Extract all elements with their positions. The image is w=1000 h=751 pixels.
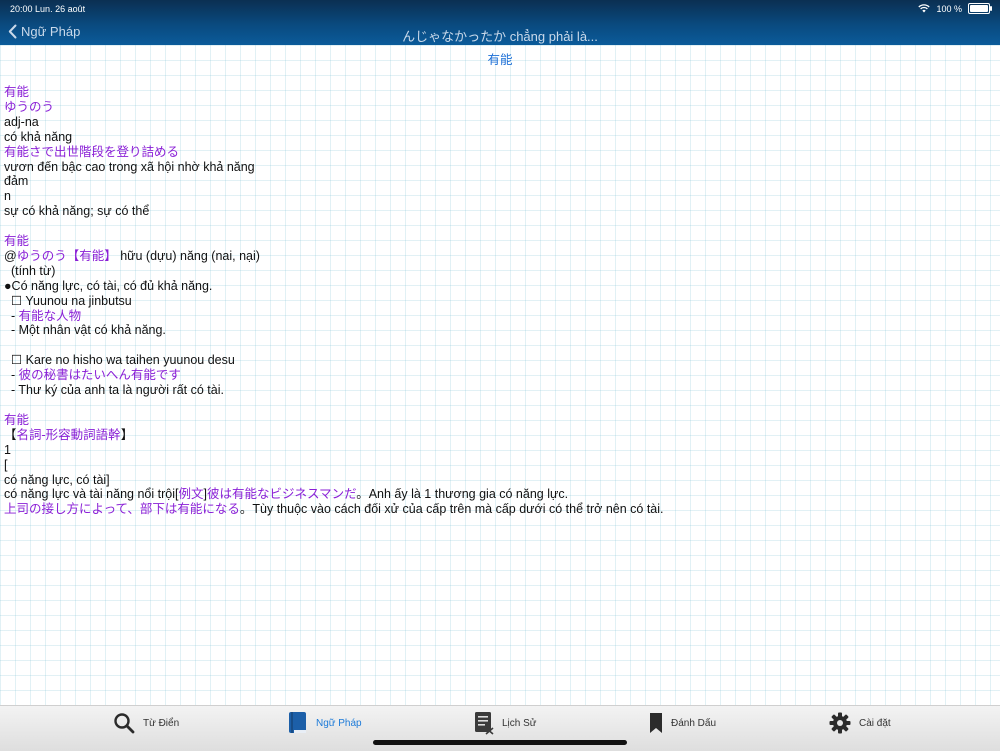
entry-line: @ゆうのう【有能】 hữu (dựu) năng (nai, nại) bbox=[4, 249, 994, 264]
entry-line: adj-na bbox=[4, 115, 994, 130]
line-text: (tính từ) bbox=[4, 263, 56, 278]
battery-icon bbox=[968, 3, 992, 14]
japanese-text: 有能な人物 bbox=[18, 308, 82, 323]
entry-line: (tính từ) bbox=[4, 264, 994, 279]
entry-line: sự có khả năng; sự có thể bbox=[4, 204, 994, 219]
line-text: có khả năng bbox=[4, 129, 73, 144]
tab-label: Lịch Sử bbox=[502, 717, 537, 729]
line-text: 】 bbox=[120, 427, 134, 442]
nav-bar: Ngữ Pháp んじゃなかったか chẳng phải là... bbox=[0, 24, 1000, 45]
entry-line: 【名詞-形容動詞語幹】 bbox=[4, 428, 994, 443]
tab-label: Đánh Dấu bbox=[671, 717, 717, 729]
line-text: - Một nhân vật có khả năng. bbox=[4, 323, 166, 338]
wifi-icon bbox=[918, 4, 931, 13]
japanese-text: ゆうのう【有能】 bbox=[16, 248, 117, 263]
line-text: 1 bbox=[4, 442, 11, 457]
battery-percent: 100 % bbox=[936, 3, 962, 14]
line-text: 【 bbox=[4, 427, 17, 442]
entry-line bbox=[4, 219, 994, 234]
line-text: - bbox=[4, 308, 19, 323]
status-clock: 20:00 bbox=[10, 4, 33, 14]
line-text: adj-na bbox=[4, 114, 39, 129]
entry-line: vươn đến bậc cao trong xã hội nhờ khả nă… bbox=[4, 160, 994, 175]
entry-line: 有能 bbox=[4, 413, 994, 428]
line-text: hữu (dựu) năng (nai, nại) bbox=[116, 248, 260, 263]
line-text: 。Anh ấy là 1 thương gia có năng lực. bbox=[356, 487, 569, 502]
history-icon bbox=[475, 712, 494, 735]
line-text: sự có khả năng; sự có thể bbox=[4, 204, 150, 219]
back-label: Ngữ Pháp bbox=[21, 24, 81, 39]
entry-content[interactable]: 有能 有能 ゆうのう adj-na có khả năng 有能さで出世階段を登り詰める… bbox=[0, 45, 1000, 705]
search-icon bbox=[114, 713, 135, 734]
line-text: - Thư ký của anh ta là người rất có tài. bbox=[4, 383, 224, 398]
status-date: Lun. 26 août bbox=[35, 4, 86, 14]
line-text: n bbox=[4, 189, 11, 204]
line-text: 。Tùy thuộc vào cách đối xử của cấp trên … bbox=[239, 502, 664, 517]
japanese-text: 有能 bbox=[4, 234, 30, 249]
bookmark-icon bbox=[650, 713, 662, 733]
line-text: ●Có năng lực, có tài, có đủ khả năng. bbox=[4, 278, 213, 293]
entry-line: - Một nhân vật có khả năng. bbox=[4, 323, 994, 338]
entry-line bbox=[4, 338, 994, 353]
tab-history[interactable]: Lịch Sử bbox=[474, 710, 537, 736]
entry-line: có năng lực và tài năng nổi trội[例文]彼は有能… bbox=[4, 487, 994, 502]
entry-line: 上司の接し方によって、部下は有能になる。Tùy thuộc vào cách đ… bbox=[4, 502, 994, 517]
tab-dictionary[interactable]: Từ Điển bbox=[113, 710, 179, 736]
entry-line: ☐ Yuunou na jinbutsu bbox=[4, 294, 994, 309]
japanese-text: 彼の秘書はたいへん有能です bbox=[18, 368, 181, 383]
entry-line: ●Có năng lực, có tài, có đủ khả năng. bbox=[4, 279, 994, 294]
entry-line: 有能 bbox=[4, 85, 994, 100]
japanese-text: 有能さで出世階段を登り詰める bbox=[4, 144, 180, 159]
entry-line: - 有能な人物 bbox=[4, 309, 994, 324]
japanese-text: 有能 bbox=[4, 412, 30, 427]
tab-label: Ngữ Pháp bbox=[316, 717, 362, 729]
tab-label: Cài đặt bbox=[859, 717, 891, 729]
line-text: @ bbox=[4, 248, 17, 263]
home-indicator bbox=[373, 740, 627, 745]
entry-line: 有能さで出世階段を登り詰める bbox=[4, 145, 994, 160]
japanese-text: 名詞-形容動詞語幹 bbox=[16, 427, 121, 442]
chevron-left-icon bbox=[8, 24, 17, 39]
japanese-text: ゆうのう bbox=[4, 99, 55, 114]
entry-line bbox=[4, 398, 994, 413]
line-text: ☐ Kare no hisho wa taihen yuunou desu bbox=[4, 353, 235, 368]
gear-icon bbox=[829, 712, 851, 734]
japanese-text: 彼は有能なビジネスマンだ bbox=[206, 487, 357, 502]
entry-line: đảm bbox=[4, 174, 994, 189]
tab-label: Từ Điển bbox=[143, 717, 180, 729]
status-time: 20:00 Lun. 26 août bbox=[10, 4, 85, 14]
entry-heading: 有能 bbox=[487, 53, 513, 67]
book-icon bbox=[289, 712, 306, 733]
tab-grammar[interactable]: Ngữ Pháp bbox=[288, 710, 362, 736]
entry-line: 1 bbox=[4, 443, 994, 458]
entry-line: [ bbox=[4, 458, 994, 473]
entry-line: - 彼の秘書はたいへん有能です bbox=[4, 368, 994, 383]
entry-line: có khả năng bbox=[4, 130, 994, 145]
nav-title: んじゃなかったか chẳng phải là... bbox=[402, 29, 598, 44]
line-text: ☐ Yuunou na jinbutsu bbox=[4, 293, 132, 308]
tab-settings[interactable]: Cài đặt bbox=[829, 710, 891, 736]
line-text: [ bbox=[4, 457, 8, 472]
japanese-text: 例文 bbox=[178, 487, 204, 502]
line-text: - bbox=[4, 368, 19, 383]
status-right: 100 % bbox=[918, 3, 992, 14]
entry-line: - Thư ký của anh ta là người rất có tài. bbox=[4, 383, 994, 398]
japanese-text: 上司の接し方によって、部下は有能になる bbox=[4, 502, 240, 517]
entry-line: có năng lực, có tài] bbox=[4, 473, 994, 488]
entry-line: ゆうのう bbox=[4, 100, 994, 115]
japanese-text: 有能 bbox=[4, 85, 30, 99]
back-button[interactable]: Ngữ Pháp bbox=[8, 24, 80, 39]
line-text: vươn đến bậc cao trong xã hội nhờ khả nă… bbox=[4, 159, 255, 174]
status-bar: 20:00 Lun. 26 août 100 % bbox=[0, 0, 1000, 18]
top-bar: 20:00 Lun. 26 août 100 % Ngữ Pháp んじゃなかっ… bbox=[0, 0, 1000, 45]
entry-line: ☐ Kare no hisho wa taihen yuunou desu bbox=[4, 353, 994, 368]
entry-line: n bbox=[4, 189, 994, 204]
line-text: có năng lực, có tài] bbox=[4, 472, 110, 487]
tab-bookmarks[interactable]: Đánh Dấu bbox=[649, 710, 716, 736]
entry-body: 有能 ゆうのう adj-na có khả năng 有能さで出世階段を登り詰める vươ… bbox=[4, 85, 994, 517]
entry-line: 有能 bbox=[4, 234, 994, 249]
line-text: có năng lực và tài năng nổi trội[ bbox=[4, 487, 179, 502]
line-text: đảm bbox=[4, 174, 29, 189]
